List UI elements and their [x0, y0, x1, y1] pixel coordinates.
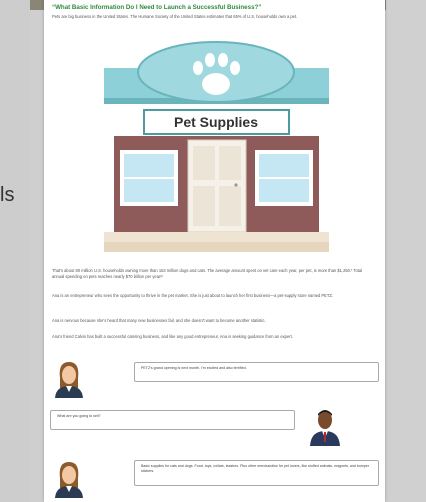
background-right [386, 0, 426, 502]
document-page: “What Basic Information Do I Need to Lau… [44, 0, 385, 502]
background-left [0, 0, 30, 502]
step-bottom [104, 242, 329, 252]
store-sign-text: Pet Supplies [174, 114, 258, 130]
page-heading: “What Basic Information Do I Need to Lau… [52, 4, 262, 11]
chat-bubble-2: What are you going to sell? [50, 410, 295, 430]
paragraph-2: Ana is an entrepreneur who sees the oppo… [52, 293, 334, 298]
ana-avatar [55, 362, 83, 398]
chat-bubble-3: Basic supplies for cats and dogs. Food, … [134, 460, 379, 486]
paragraph-3: Ana is nervous because she's heard that … [52, 318, 266, 323]
step-top [104, 232, 329, 242]
chat-bubble-1: PETZ's grand opening is next month. I'm … [134, 362, 379, 382]
paragraph-4: Ana's friend Calvin has built a successf… [52, 334, 293, 339]
ana-avatar-2 [55, 462, 83, 498]
calvin-avatar [310, 410, 340, 446]
side-text-fragment: ls [0, 184, 15, 206]
pet-store-illustration: Pet Supplies [104, 41, 329, 252]
paragraph-1: That's about 80 million U.S. households … [52, 268, 363, 279]
intro-paragraph: Pets are big business in the United Stat… [52, 14, 298, 19]
